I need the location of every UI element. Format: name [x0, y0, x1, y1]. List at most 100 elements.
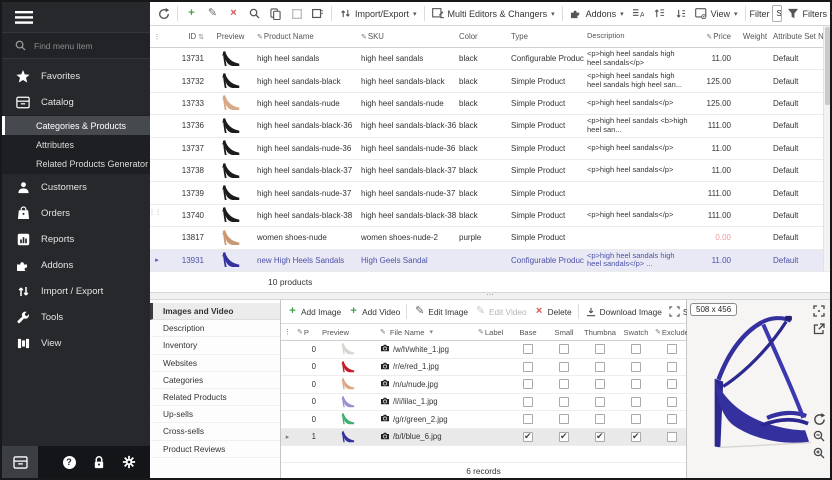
base-checkbox[interactable]: [523, 414, 533, 424]
sidebar-item-related-products-generator[interactable]: Related Products Generator: [2, 154, 150, 173]
small-checkbox[interactable]: [559, 344, 569, 354]
import-export-menu[interactable]: Import/Export▾: [336, 5, 420, 22]
small-checkbox[interactable]: [559, 362, 569, 372]
column-header-thumbna[interactable]: Thumbna: [582, 328, 618, 337]
panel-splitter-handle[interactable]: ⋮⋮: [149, 212, 154, 215]
multi-editors-menu[interactable]: Multi Editors & Changers▾: [429, 5, 558, 22]
tab-description[interactable]: Description: [150, 320, 280, 337]
fullscreen-button[interactable]: [812, 304, 826, 318]
product-row-13736[interactable]: 13736high heel sandals-black-36high heel…: [150, 115, 830, 137]
product-row-13737[interactable]: 13737high heel sandals-nude-36high heel …: [150, 138, 830, 160]
product-row-13931[interactable]: ▸13931new High Heels SandalsHigh Geels S…: [150, 250, 830, 272]
column-header-label[interactable]: ✎Label: [475, 328, 510, 337]
image-row-1[interactable]: 0/w/h/white_1.jpg: [281, 341, 686, 359]
column-header-price[interactable]: ✎Price: [692, 32, 734, 41]
base-checkbox[interactable]: [523, 379, 533, 389]
horizontal-splitter[interactable]: ⋯: [150, 293, 830, 300]
edit-video-button[interactable]: ✎Edit Video: [472, 303, 529, 320]
rotate-image-button[interactable]: [812, 412, 826, 426]
lock-button[interactable]: [84, 446, 114, 478]
swatch-checkbox[interactable]: [631, 414, 641, 424]
column-header-small[interactable]: Small: [546, 328, 582, 337]
exclude-checkbox[interactable]: [667, 344, 677, 354]
base-checkbox[interactable]: [523, 397, 533, 407]
exclude-checkbox[interactable]: [667, 362, 677, 372]
store-button[interactable]: [2, 446, 38, 478]
sidebar-item-customers[interactable]: Customers: [2, 174, 150, 200]
addons-menu[interactable]: Addons▾: [567, 5, 627, 22]
product-row-13738[interactable]: 13738high heel sandals-black-37high heel…: [150, 160, 830, 182]
exclude-checkbox[interactable]: [667, 414, 677, 424]
delete-product-button[interactable]: ×: [224, 5, 243, 22]
column-header-exclude[interactable]: ✎Exclude: [654, 328, 690, 337]
sidebar-item-catalog[interactable]: Catalog: [2, 89, 150, 115]
swatch-checkbox[interactable]: [631, 344, 641, 354]
column-header-id[interactable]: ID⇅: [164, 32, 207, 41]
tab-images-and-video[interactable]: Images and Video: [150, 303, 280, 320]
duplicate-with-options-button[interactable]: [308, 5, 327, 22]
edit-image-button[interactable]: ✎Edit Image: [411, 303, 470, 320]
column-header-attribute-set-name[interactable]: Attribute Set Name: [770, 32, 828, 41]
image-row-6[interactable]: ▸1/b/l/blue_6.jpg: [281, 429, 686, 447]
edit-product-button[interactable]: ✎: [203, 5, 222, 22]
exclude-checkbox[interactable]: [667, 397, 677, 407]
sidebar-item-reports[interactable]: Reports: [2, 226, 150, 252]
image-row-3[interactable]: 0/n/u/nude.jpg: [281, 376, 686, 394]
swatch-checkbox[interactable]: [631, 379, 641, 389]
swatch-checkbox[interactable]: [631, 397, 641, 407]
tab-websites[interactable]: Websites: [150, 355, 280, 372]
swatch-checkbox[interactable]: [631, 362, 641, 372]
tab-categories[interactable]: Categories: [150, 372, 280, 389]
small-checkbox[interactable]: [559, 414, 569, 424]
small-checkbox[interactable]: [559, 432, 569, 442]
help-button[interactable]: ?: [54, 446, 84, 478]
zoom-in-button[interactable]: [812, 446, 826, 460]
scrollbar-thumb[interactable]: [825, 27, 830, 105]
base-checkbox[interactable]: [523, 362, 533, 372]
filters-menu[interactable]: Filters▾: [784, 5, 832, 22]
hamburger-menu-button[interactable]: [2, 2, 150, 32]
download-image-button[interactable]: Download Image: [583, 303, 664, 320]
delete-image-button[interactable]: ×Delete: [531, 303, 574, 320]
tab-product-reviews[interactable]: Product Reviews: [150, 441, 280, 458]
vertical-scrollbar[interactable]: [823, 26, 830, 271]
column-header-description[interactable]: Description: [584, 32, 692, 41]
column-header-swatch[interactable]: Swatch: [618, 328, 654, 337]
small-checkbox[interactable]: [559, 397, 569, 407]
product-row-13740[interactable]: 13740high heel sandals-black-38high heel…: [150, 205, 830, 227]
column-header-color[interactable]: Color: [456, 32, 508, 41]
expand-rows-button[interactable]: [650, 5, 669, 22]
exclude-checkbox[interactable]: [667, 379, 677, 389]
column-header-base[interactable]: Base: [510, 328, 546, 337]
sidebar-item-orders[interactable]: Orders: [2, 200, 150, 226]
checkbox-select-button[interactable]: [287, 5, 306, 22]
base-checkbox[interactable]: [523, 432, 533, 442]
zoom-out-button[interactable]: [812, 429, 826, 443]
swatch-checkbox[interactable]: [631, 432, 641, 442]
tab-related-products[interactable]: Related Products: [150, 389, 280, 406]
open-in-new-window-button[interactable]: [812, 322, 826, 336]
sidebar-search[interactable]: [2, 32, 150, 59]
column-header-product-name[interactable]: ✎Product Name: [254, 32, 358, 41]
column-header-p[interactable]: ✎P: [294, 328, 319, 337]
thumbnail-checkbox[interactable]: [595, 344, 605, 354]
image-row-2[interactable]: 0/r/e/red_1.jpg: [281, 359, 686, 377]
column-header-sku[interactable]: ✎SKU: [358, 32, 456, 41]
sidebar-item-favorites[interactable]: Favorites: [2, 63, 150, 89]
image-row-5[interactable]: 0/g/r/green_2.jpg: [281, 411, 686, 429]
sidebar-item-categories-products[interactable]: Categories & Products: [2, 116, 150, 135]
add-image-button[interactable]: +Add Image: [284, 303, 343, 320]
row-numbering-button[interactable]: [671, 5, 690, 22]
column-header-preview[interactable]: Preview: [319, 328, 377, 337]
product-row-13733[interactable]: 13733high heel sandals-nudehigh heel san…: [150, 93, 830, 115]
sidebar-item-addons[interactable]: Addons: [2, 252, 150, 278]
sidebar-item-view[interactable]: View: [2, 330, 150, 356]
exclude-checkbox[interactable]: [667, 432, 677, 442]
add-video-button[interactable]: +Add Video: [345, 303, 402, 320]
thumbnail-checkbox[interactable]: [595, 362, 605, 372]
refresh-button[interactable]: [154, 5, 173, 22]
thumbnail-checkbox[interactable]: [595, 414, 605, 424]
add-product-button[interactable]: +: [182, 5, 201, 22]
sidebar-item-attributes[interactable]: Attributes: [2, 135, 150, 154]
thumbnail-checkbox[interactable]: [595, 379, 605, 389]
